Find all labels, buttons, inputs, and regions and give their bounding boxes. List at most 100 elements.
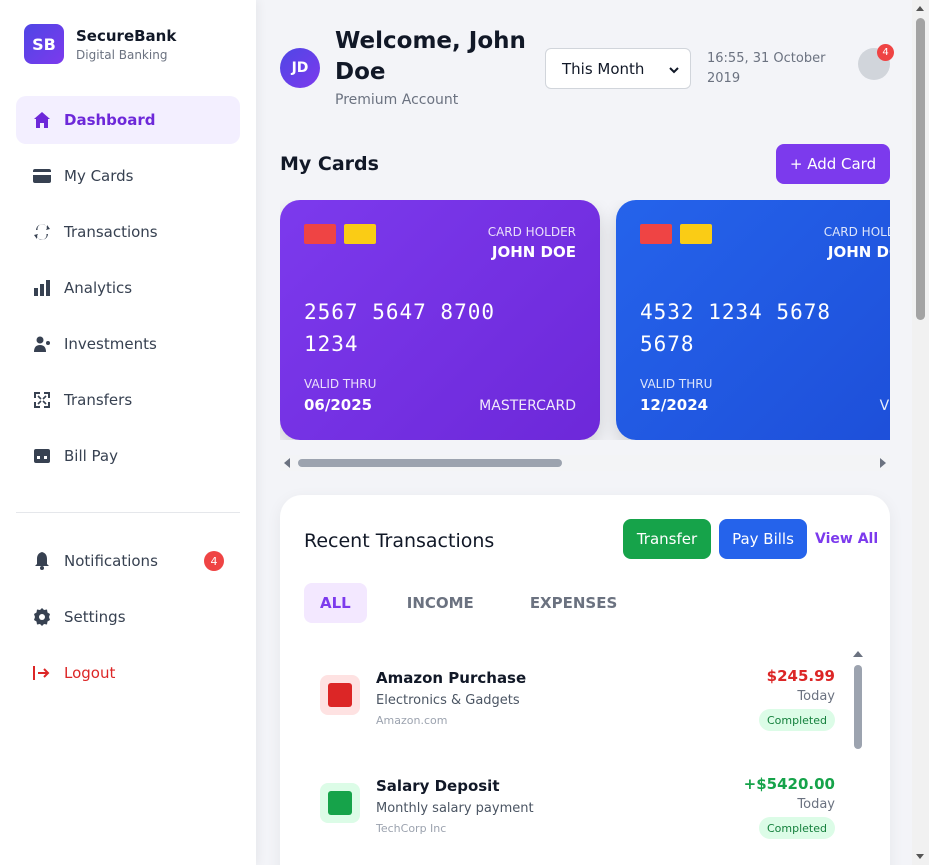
chevron-down-icon <box>668 62 680 80</box>
transfer-button[interactable]: Transfer <box>623 519 711 559</box>
status-badge: Completed <box>759 709 835 731</box>
card-network: MASTERCARD <box>479 398 576 414</box>
brand-text: SecureBank Digital Banking <box>76 27 176 62</box>
avatar[interactable]: JD <box>280 48 320 88</box>
transaction-tabs: ALL INCOME EXPENSES <box>304 583 657 623</box>
card-number: 4532 1234 5678 5678 <box>640 300 832 356</box>
sidebar-item-label: Transactions <box>64 223 158 241</box>
card-chip-red <box>640 224 672 244</box>
sidebar-item-label: Transfers <box>64 391 133 409</box>
cards-scrollbar[interactable] <box>280 455 890 471</box>
sidebar-item-bill-pay[interactable]: Bill Pay <box>16 432 240 480</box>
card-valid-label: VALID THRU <box>304 377 377 391</box>
sidebar-item-analytics[interactable]: Analytics <box>16 264 240 312</box>
cards-scroll-thumb[interactable] <box>298 459 562 467</box>
sidebar-item-settings[interactable]: Settings <box>16 593 240 641</box>
transaction-amount: +$5420.00 <box>743 775 835 793</box>
sidebar-item-investments[interactable]: Investments <box>16 320 240 368</box>
page-scroll-up-icon[interactable] <box>916 6 924 11</box>
card-holder-name: JOHN DOE <box>491 243 576 261</box>
scroll-right-arrow-icon[interactable] <box>880 458 886 468</box>
credit-card-icon <box>32 166 52 186</box>
home-icon <box>32 110 52 130</box>
expand-arrows-icon <box>32 390 52 410</box>
card-holder-label: CARD HOLDER <box>823 225 890 239</box>
cards-carousel[interactable]: CARD HOLDER JOHN DOE 2567 5647 8700 1234… <box>280 200 890 440</box>
transaction-description: Monthly salary payment <box>376 801 534 816</box>
page-scrollbar[interactable] <box>912 0 929 865</box>
tab-income[interactable]: INCOME <box>391 583 490 623</box>
credit-card[interactable]: CARD HOLDER JOHN DOE 4532 1234 5678 5678… <box>616 200 890 440</box>
datetime: 16:55, 31 October 2019 <box>707 51 826 86</box>
sidebar-divider <box>16 512 240 513</box>
page-scroll-down-icon[interactable] <box>916 854 924 859</box>
transaction-merchant: Amazon.com <box>376 714 448 727</box>
card-holder-label: CARD HOLDER <box>487 225 576 239</box>
transactions-scroll-thumb[interactable] <box>854 665 862 749</box>
scroll-left-arrow-icon[interactable] <box>284 458 290 468</box>
transaction-amount: $245.99 <box>766 667 835 685</box>
transaction-name: Amazon Purchase <box>376 669 527 687</box>
card-chip-red <box>304 224 336 244</box>
transaction-icon <box>320 783 360 823</box>
status-badge: Completed <box>759 817 835 839</box>
tab-all[interactable]: ALL <box>304 583 367 623</box>
transaction-row[interactable]: Salary Deposit Monthly salary payment Te… <box>304 751 850 851</box>
brand-subtitle: Digital Banking <box>76 47 168 62</box>
card-valid-value: 06/2025 <box>304 396 373 414</box>
view-all-link[interactable]: View All <box>815 531 878 547</box>
sidebar: SB SecureBank Digital Banking Dashboard … <box>0 0 256 865</box>
main-nav: Dashboard My Cards Transactions Analytic… <box>16 96 240 488</box>
tab-expenses[interactable]: EXPENSES <box>514 583 633 623</box>
sidebar-item-label: Investments <box>64 335 157 353</box>
card-holder-name: JOHN DOE <box>827 243 890 261</box>
brand-name: SecureBank <box>76 26 177 45</box>
sidebar-item-transfers[interactable]: Transfers <box>16 376 240 424</box>
transactions-title: Recent Transactions <box>304 530 495 552</box>
welcome-heading: Welcome, John Doe <box>335 28 526 85</box>
transaction-row[interactable]: Amazon Purchase Electronics & Gadgets Am… <box>304 643 850 743</box>
transaction-name: Salary Deposit <box>376 777 500 795</box>
bell-icon <box>32 551 52 571</box>
bill-icon <box>32 446 52 466</box>
user-investments-icon <box>32 334 52 354</box>
sidebar-item-dashboard[interactable]: Dashboard <box>16 96 240 144</box>
brand-logo: SB <box>24 24 64 64</box>
card-number: 2567 5647 8700 1234 <box>304 300 496 356</box>
card-valid-label: VALID THRU <box>640 377 713 391</box>
sidebar-item-label: Logout <box>64 664 116 682</box>
card-valid-value: 12/2024 <box>640 396 709 414</box>
recent-transactions-panel: Recent Transactions Transfer Pay Bills V… <box>280 495 890 865</box>
sidebar-item-label: Analytics <box>64 279 133 297</box>
account-type: Premium Account <box>335 92 459 108</box>
sidebar-item-logout[interactable]: Logout <box>16 649 240 697</box>
transaction-date: Today <box>797 689 835 704</box>
sidebar-item-notifications[interactable]: Notifications 4 <box>16 537 240 585</box>
pay-bills-button[interactable]: Pay Bills <box>719 519 807 559</box>
sidebar-item-transactions[interactable]: Transactions <box>16 208 240 256</box>
secondary-nav: Notifications 4 Settings Logout <box>16 537 240 705</box>
sidebar-item-label: Settings <box>64 608 126 626</box>
transaction-description: Electronics & Gadgets <box>376 693 520 708</box>
period-select[interactable]: This Month <box>545 48 691 89</box>
add-card-button[interactable]: + Add Card <box>776 144 890 184</box>
expense-square-icon <box>328 683 352 707</box>
notification-count-badge: 4 <box>204 551 224 571</box>
credit-card[interactable]: CARD HOLDER JOHN DOE 2567 5647 8700 1234… <box>280 200 600 440</box>
transactions-scrollbar[interactable] <box>852 651 864 865</box>
sidebar-item-my-cards[interactable]: My Cards <box>16 152 240 200</box>
transaction-merchant: TechCorp Inc <box>376 822 447 835</box>
sidebar-item-label: Bill Pay <box>64 447 119 465</box>
notification-badge: 4 <box>877 44 894 61</box>
exchange-icon <box>32 222 52 242</box>
brand[interactable]: SB SecureBank Digital Banking <box>24 24 176 64</box>
income-square-icon <box>328 791 352 815</box>
card-chip-yellow <box>344 224 376 244</box>
bar-chart-icon <box>32 278 52 298</box>
page-scroll-thumb[interactable] <box>916 18 925 320</box>
sidebar-item-label: My Cards <box>64 167 134 185</box>
sidebar-item-label: Notifications <box>64 552 158 570</box>
period-select-value: This Month <box>562 59 645 78</box>
card-network: VISA <box>879 398 890 414</box>
scroll-up-arrow-icon[interactable] <box>853 651 863 657</box>
